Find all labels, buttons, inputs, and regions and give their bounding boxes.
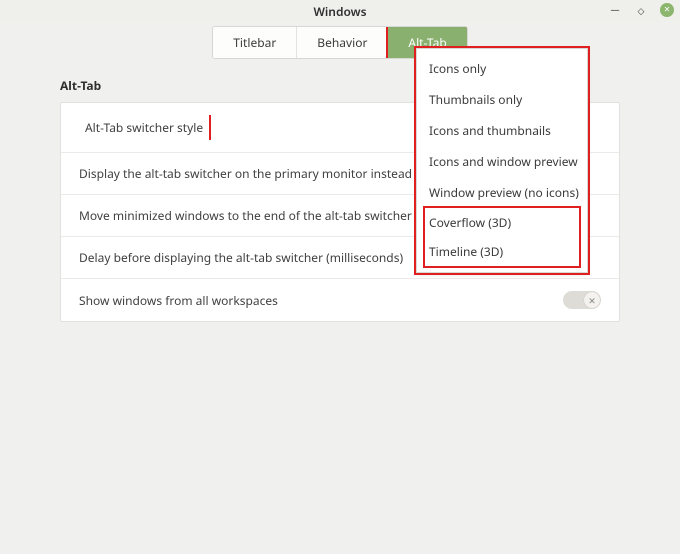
option-preview-noicons[interactable]: Window preview (no icons): [417, 177, 587, 208]
option-icons-thumbnails[interactable]: Icons and thumbnails: [417, 115, 587, 146]
tab-behavior[interactable]: Behavior: [297, 27, 388, 58]
option-thumbnails-only[interactable]: Thumbnails only: [417, 84, 587, 115]
close-icon[interactable]: [660, 3, 674, 17]
maximize-icon[interactable]: [634, 3, 648, 17]
minimize-icon[interactable]: [608, 3, 622, 17]
window-title: Windows: [313, 3, 366, 20]
option-icons-only[interactable]: Icons only: [417, 53, 587, 84]
toggle-all-workspaces[interactable]: [563, 291, 601, 309]
row-all-workspaces: Show windows from all workspaces: [61, 279, 619, 321]
option-icons-preview[interactable]: Icons and window preview: [417, 146, 587, 177]
toggle-knob-icon: [584, 292, 600, 308]
switcher-style-dropdown[interactable]: Icons only Thumbnails only Icons and thu…: [416, 48, 588, 273]
option-coverflow-3d[interactable]: Coverflow (3D): [425, 208, 579, 237]
window-controls: [608, 3, 674, 17]
option-3d-group-highlight: Coverflow (3D) Timeline (3D): [425, 208, 579, 266]
label-all-workspaces: Show windows from all workspaces: [79, 292, 563, 309]
window-titlebar: Windows: [0, 0, 680, 22]
option-timeline-3d[interactable]: Timeline (3D): [425, 237, 579, 266]
tab-titlebar[interactable]: Titlebar: [213, 27, 297, 58]
